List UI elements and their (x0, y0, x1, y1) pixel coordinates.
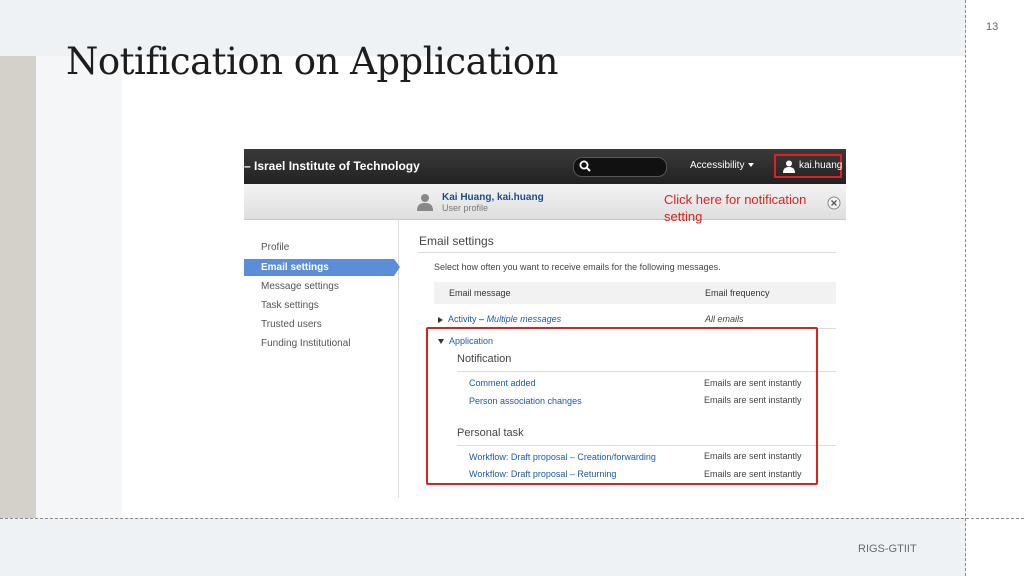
guide-horizontal (0, 518, 1024, 519)
column-header-frequency: Email frequency (705, 288, 770, 298)
guide-vertical (965, 0, 966, 576)
activity-row-toggle[interactable]: Activity – Multiple messages (438, 314, 561, 324)
chevron-down-icon (748, 163, 755, 168)
slide-left-strip (0, 56, 36, 518)
expand-arrow-icon (438, 316, 443, 323)
user-name: kai.huang (799, 160, 843, 171)
accessibility-menu[interactable]: Accessibility (690, 160, 755, 171)
activity-frequency[interactable]: All emails (705, 314, 744, 324)
divider (418, 252, 836, 253)
sidebar-item-label: Email settings (261, 262, 329, 273)
annotation-hint: Click here for notification setting (664, 192, 807, 224)
user-icon (783, 160, 795, 173)
accessibility-label: Accessibility (690, 160, 745, 171)
activity-detail: Multiple messages (486, 314, 562, 324)
slide-right-margin (966, 0, 1024, 576)
activity-label: Activity (448, 314, 477, 324)
sidebar-item-profile[interactable]: Profile (261, 242, 289, 253)
section-description: Select how often you want to receive ema… (434, 262, 721, 272)
section-title: Email settings (419, 234, 494, 248)
page-number: 13 (986, 21, 999, 33)
org-title[interactable]: – Israel Institute of Technology (244, 159, 420, 173)
profile-name[interactable]: Kai Huang, kai.huang (442, 192, 544, 203)
application-highlight-box (426, 327, 818, 485)
settings-sidebar: Profile Email settings Message settings … (244, 220, 400, 498)
column-header-message: Email message (449, 288, 511, 298)
user-menu-button[interactable]: kai.huang (774, 154, 842, 178)
slide-footer-band (0, 519, 966, 576)
sidebar-item-email-settings[interactable]: Email settings (244, 259, 394, 276)
sidebar-item-task-settings[interactable]: Task settings (261, 300, 319, 311)
search-icon[interactable] (578, 159, 592, 173)
close-icon[interactable] (827, 196, 841, 210)
profile-subtitle: User profile (442, 203, 489, 213)
table-header: Email message Email frequency (434, 282, 836, 304)
slide-footer: RIGS-GTIIT (858, 543, 917, 555)
avatar-icon (417, 194, 433, 211)
app-screenshot: – Israel Institute of Technology Accessi… (244, 149, 846, 498)
activity-separator: – (479, 314, 485, 324)
sidebar-item-funding-institutional[interactable]: Funding Institutional (261, 338, 351, 349)
sidebar-item-trusted-users[interactable]: Trusted users (261, 319, 322, 330)
sidebar-item-message-settings[interactable]: Message settings (261, 281, 339, 292)
slide-left-panel (36, 56, 122, 518)
active-pointer (394, 259, 400, 276)
app-topbar: – Israel Institute of Technology Accessi… (244, 149, 846, 184)
slide-title: Notification on Application (66, 40, 558, 83)
